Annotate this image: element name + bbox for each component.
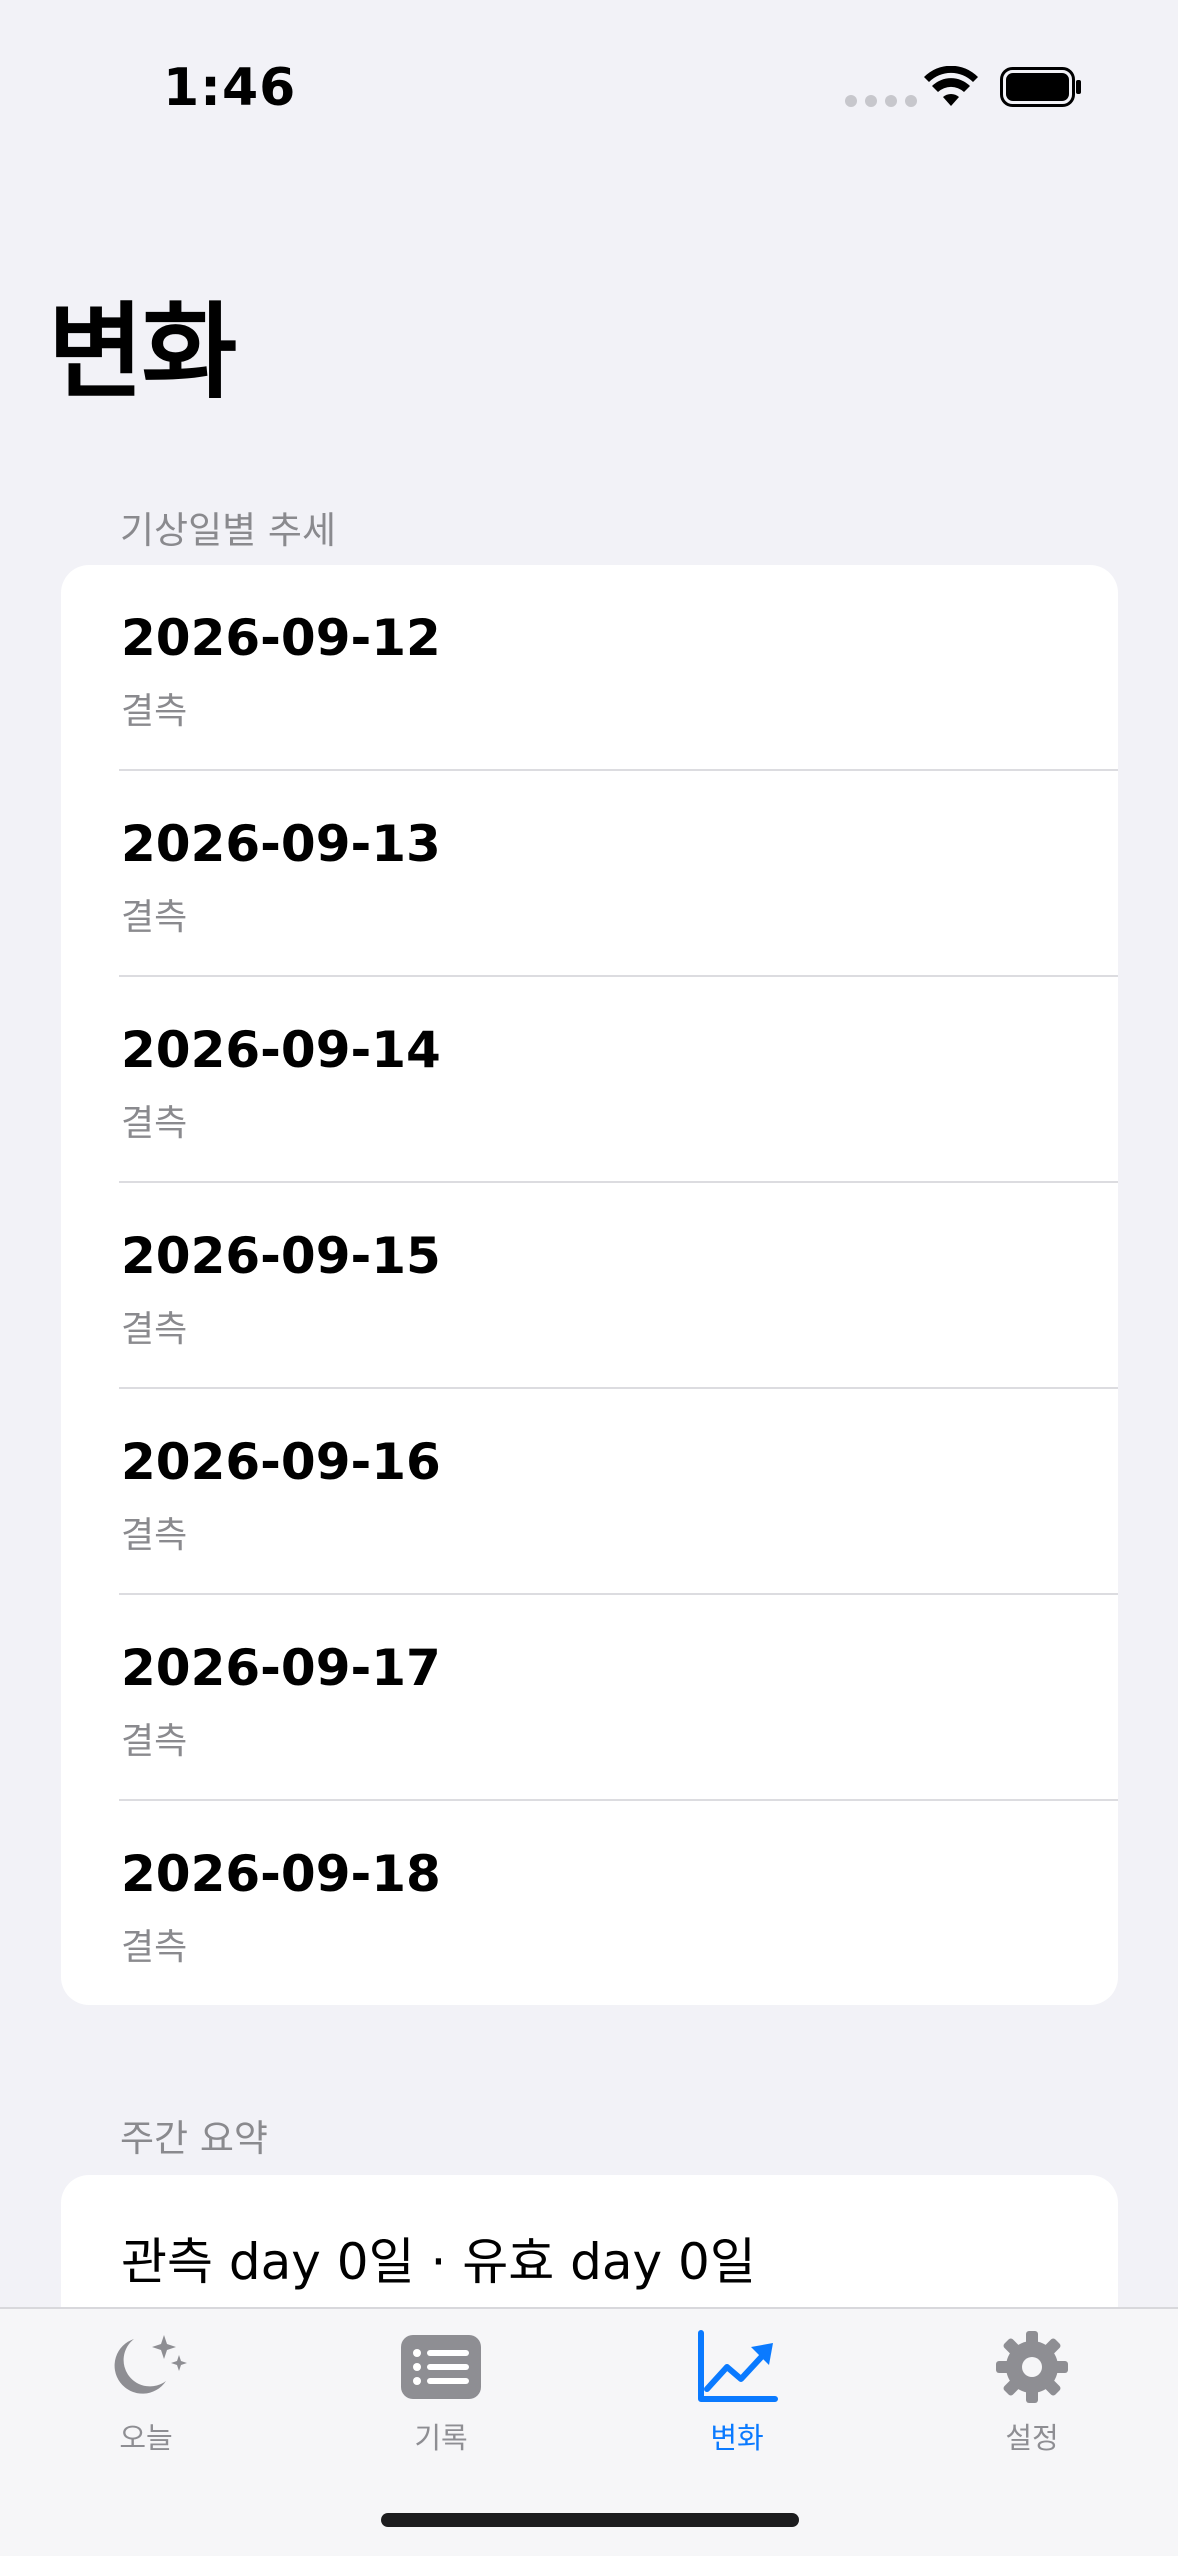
trend-row-date: 2026-09-14 — [121, 1021, 441, 1079]
cellular-signal-icon — [845, 95, 917, 107]
chart-line-uptrend-icon — [698, 2330, 778, 2402]
tab-today-label: 오늘 — [119, 2421, 173, 2455]
trend-row[interactable]: 2026-09-12 결측 — [61, 565, 1118, 771]
gear-icon — [996, 2331, 1068, 2403]
trend-row-status: 결측 — [121, 897, 188, 938]
page-title: 변화 — [48, 291, 237, 413]
home-indicator[interactable] — [381, 2513, 799, 2527]
weekly-section-header: 주간 요약 — [120, 2117, 268, 2160]
trend-row-date: 2026-09-17 — [121, 1639, 441, 1697]
trend-row[interactable]: 2026-09-16 결측 — [61, 1389, 1118, 1595]
trend-row[interactable]: 2026-09-14 결측 — [61, 977, 1118, 1183]
tab-today[interactable]: 오늘 — [46, 2329, 246, 2457]
trend-row-date: 2026-09-16 — [121, 1433, 441, 1491]
tab-records[interactable]: 기록 — [341, 2329, 541, 2457]
battery-icon — [1000, 67, 1081, 107]
tab-trends-label: 변화 — [710, 2421, 764, 2455]
weekly-summary-text: 관측 day 0일 · 유효 day 0일 — [121, 2233, 756, 2291]
tab-records-label: 기록 — [414, 2421, 468, 2455]
trend-row-status: 결측 — [121, 691, 188, 732]
trend-row[interactable]: 2026-09-17 결측 — [61, 1595, 1118, 1801]
screen: 1:46 변화 기상일별 추세 2026-09-12 결측 2026-09-13… — [0, 0, 1178, 2556]
trend-row-status: 결측 — [121, 1309, 188, 1350]
trend-row[interactable]: 2026-09-13 결측 — [61, 771, 1118, 977]
tab-settings[interactable]: 설정 — [932, 2329, 1132, 2457]
list-icon — [401, 2335, 481, 2399]
status-bar: 1:46 — [0, 0, 1178, 160]
tab-settings-label: 설정 — [1005, 2421, 1059, 2455]
trend-row[interactable]: 2026-09-15 결측 — [61, 1183, 1118, 1389]
trend-row-status: 결측 — [121, 1927, 188, 1968]
trend-section-header: 기상일별 추세 — [120, 509, 337, 552]
trend-row-date: 2026-09-18 — [121, 1845, 441, 1903]
trend-row-status: 결측 — [121, 1103, 188, 1144]
trend-list: 2026-09-12 결측 2026-09-13 결측 2026-09-14 결… — [61, 565, 1118, 2005]
trend-row[interactable]: 2026-09-18 결측 — [61, 1801, 1118, 2005]
trend-row-status: 결측 — [121, 1721, 188, 1762]
trend-row-status: 결측 — [121, 1515, 188, 1556]
wifi-icon — [924, 66, 978, 106]
moon-stars-icon — [114, 2335, 187, 2394]
trend-row-date: 2026-09-12 — [121, 609, 441, 667]
status-time: 1:46 — [163, 58, 297, 118]
trend-row-date: 2026-09-15 — [121, 1227, 441, 1285]
trend-row-date: 2026-09-13 — [121, 815, 441, 873]
tab-trends[interactable]: 변화 — [637, 2329, 837, 2457]
